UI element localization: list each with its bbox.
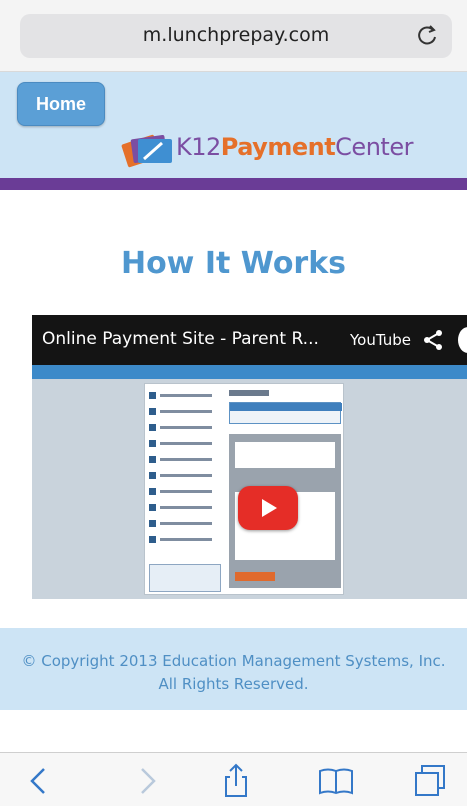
url-text[interactable]: m.lunchprepay.com	[20, 24, 452, 46]
play-button[interactable]	[238, 486, 298, 530]
home-button[interactable]: Home	[17, 82, 105, 126]
video-more-icon[interactable]	[458, 327, 467, 353]
video-player[interactable]: Online Payment Site - Parent R... YouTub…	[32, 315, 467, 599]
share-icon[interactable]	[218, 763, 254, 799]
video-share-icon[interactable]	[422, 329, 444, 351]
logo-cards-icon	[121, 134, 172, 168]
thumbnail-facebook-box	[149, 564, 221, 592]
forward-icon[interactable]	[128, 763, 164, 799]
reload-icon[interactable]	[414, 22, 440, 48]
thumbnail-sidebar	[149, 390, 223, 590]
logo-k12: K12	[176, 133, 221, 161]
logo-payment: Payment	[220, 133, 336, 161]
header-divider	[0, 178, 467, 190]
browser-top-bar: m.lunchprepay.com	[0, 0, 467, 72]
bookmarks-icon[interactable]	[318, 763, 354, 799]
k12-payment-center-logo[interactable]: K12PaymentCenter	[118, 125, 418, 173]
copyright-text: © Copyright 2013 Education Management Sy…	[21, 652, 446, 693]
address-bar[interactable]: m.lunchprepay.com	[20, 14, 452, 58]
logo-wordmark: K12PaymentCenter	[176, 133, 413, 161]
play-icon	[262, 499, 277, 517]
thumbnail-nav-bar	[32, 365, 467, 379]
logo-center: Center	[335, 133, 413, 161]
tabs-icon[interactable]	[412, 763, 448, 799]
youtube-label[interactable]: YouTube	[350, 331, 411, 349]
page-title: How It Works	[120, 246, 347, 281]
browser-toolbar	[0, 752, 467, 806]
back-icon[interactable]	[22, 763, 58, 799]
video-title[interactable]: Online Payment Site - Parent R...	[42, 329, 319, 349]
video-title-bar: Online Payment Site - Parent R... YouTub…	[32, 315, 467, 365]
video-thumbnail[interactable]	[32, 365, 467, 599]
